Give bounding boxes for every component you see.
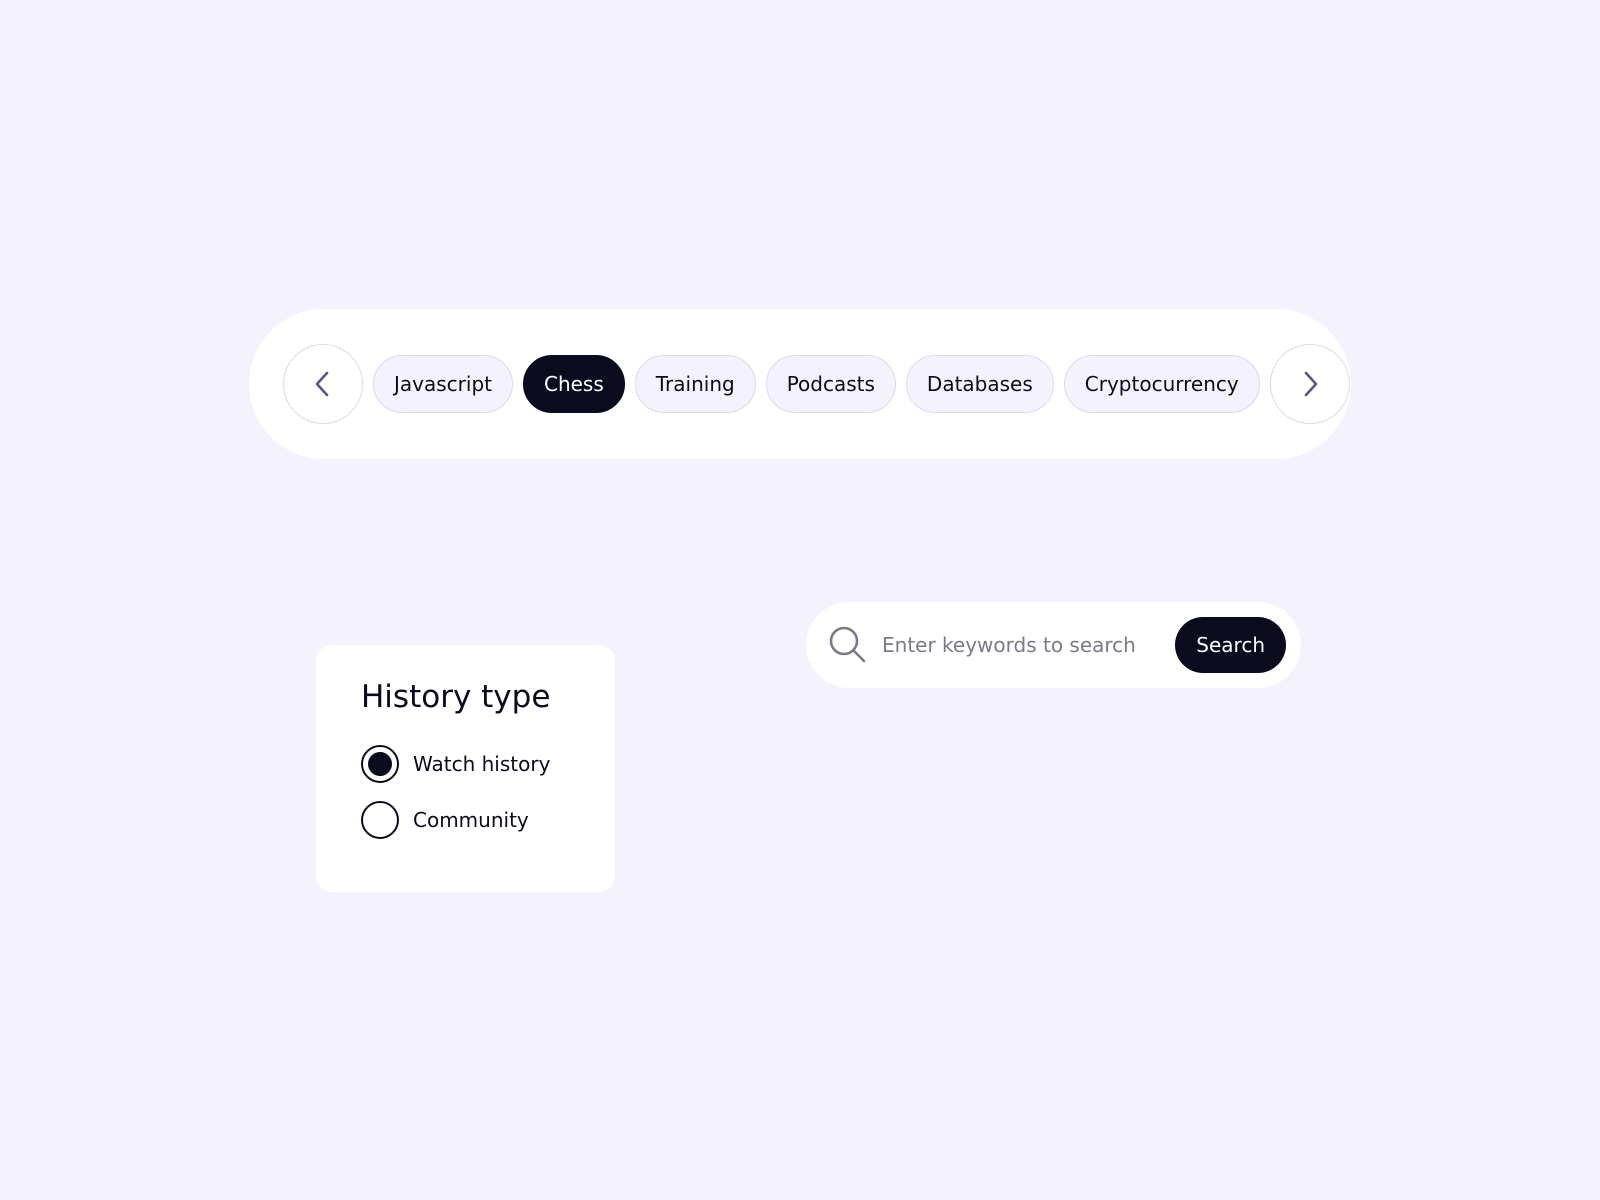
page: Javascript Chess Training Podcasts Datab… [0, 0, 1600, 1200]
chevron-right-icon [1304, 371, 1318, 397]
search-icon [829, 626, 866, 663]
search-bar: Search [806, 602, 1301, 688]
chip-podcasts[interactable]: Podcasts [765, 355, 896, 413]
chip-chess[interactable]: Chess [522, 355, 625, 413]
chip-training[interactable]: Training [634, 355, 756, 413]
chip-bar-prev-button[interactable] [283, 344, 363, 424]
category-chip-bar: Javascript Chess Training Podcasts Datab… [249, 309, 1351, 459]
history-type-card: History type Watch history Community [316, 645, 615, 892]
radio-label-watch-history: Watch history [413, 752, 551, 776]
radio-option-watch-history[interactable]: Watch history [361, 745, 615, 783]
radio-dot [368, 752, 392, 776]
search-input[interactable] [880, 632, 1176, 658]
radio-button-checked[interactable] [361, 745, 399, 783]
radio-button-unchecked[interactable] [361, 801, 399, 839]
chip-javascript[interactable]: Javascript [373, 355, 513, 413]
search-button[interactable]: Search [1175, 617, 1286, 673]
chip-databases[interactable]: Databases [905, 355, 1054, 413]
radio-label-community: Community [413, 808, 529, 832]
chip-cryptocurrency[interactable]: Cryptocurrency [1063, 355, 1260, 413]
chevron-left-icon [315, 371, 329, 397]
chip-list: Javascript Chess Training Podcasts Datab… [373, 355, 1260, 413]
radio-option-community[interactable]: Community [361, 801, 615, 839]
history-type-title: History type [361, 679, 551, 715]
chip-bar-next-button[interactable] [1269, 344, 1350, 424]
